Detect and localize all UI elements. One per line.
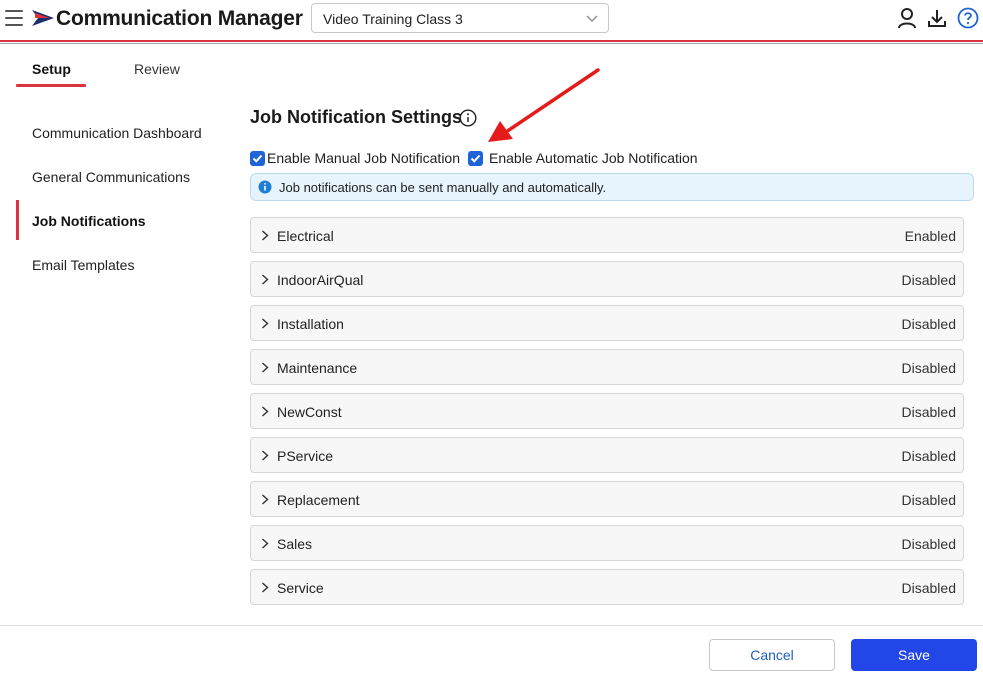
job-type-status: Disabled bbox=[901, 272, 956, 288]
chevron-right-icon[interactable] bbox=[261, 230, 269, 241]
info-banner: Job notifications can be sent manually a… bbox=[250, 173, 974, 201]
job-type-status: Disabled bbox=[901, 316, 956, 332]
job-type-accordion-item[interactable]: Maintenance Disabled bbox=[250, 349, 964, 385]
info-filled-icon bbox=[258, 180, 272, 194]
job-type-accordion-item[interactable]: PService Disabled bbox=[250, 437, 964, 473]
sidebar-item-email-templates[interactable]: Email Templates bbox=[32, 257, 134, 273]
job-type-status: Disabled bbox=[901, 448, 956, 464]
app-title: Communication Manager bbox=[56, 7, 303, 30]
job-type-accordion-item[interactable]: Replacement Disabled bbox=[250, 481, 964, 517]
chevron-right-icon[interactable] bbox=[261, 494, 269, 505]
job-type-label: IndoorAirQual bbox=[277, 272, 364, 288]
job-type-label: Replacement bbox=[277, 492, 360, 508]
class-select-dropdown[interactable]: Video Training Class 3 bbox=[311, 3, 609, 33]
job-type-label: Sales bbox=[277, 536, 313, 552]
job-type-accordion-item[interactable]: NewConst Disabled bbox=[250, 393, 964, 429]
chevron-right-icon[interactable] bbox=[261, 582, 269, 593]
chevron-right-icon[interactable] bbox=[261, 538, 269, 549]
chevron-right-icon[interactable] bbox=[261, 318, 269, 329]
job-type-status: Disabled bbox=[901, 360, 956, 376]
hamburger-menu-icon[interactable] bbox=[5, 10, 23, 26]
sidebar-item-communication-dashboard[interactable]: Communication Dashboard bbox=[32, 125, 202, 141]
checkmark-icon[interactable] bbox=[250, 150, 265, 166]
job-type-accordion-item[interactable]: Service Disabled bbox=[250, 569, 964, 605]
chevron-right-icon[interactable] bbox=[261, 406, 269, 417]
automatic-notification-checkbox[interactable]: Enable Automatic Job Notification bbox=[468, 149, 698, 167]
job-type-label: Service bbox=[277, 580, 324, 596]
help-icon[interactable] bbox=[957, 7, 979, 29]
job-type-accordion-item[interactable]: Sales Disabled bbox=[250, 525, 964, 561]
job-type-status: Disabled bbox=[901, 580, 956, 596]
chevron-down-icon bbox=[586, 15, 598, 22]
cancel-button[interactable]: Cancel bbox=[709, 639, 835, 671]
manual-notification-label: Enable Manual Job Notification bbox=[267, 150, 461, 166]
job-type-status: Disabled bbox=[901, 492, 956, 508]
chevron-right-icon[interactable] bbox=[261, 274, 269, 285]
page-title: Job Notification Settings bbox=[250, 107, 463, 127]
user-icon[interactable] bbox=[896, 7, 918, 29]
job-type-label: PService bbox=[277, 448, 334, 464]
footer-divider bbox=[0, 625, 983, 626]
job-type-label: Installation bbox=[277, 316, 344, 332]
chevron-right-icon[interactable] bbox=[261, 362, 269, 373]
header-divider bbox=[0, 40, 983, 42]
job-type-accordion-item[interactable]: Installation Disabled bbox=[250, 305, 964, 341]
job-type-label: Electrical bbox=[277, 228, 334, 244]
job-type-accordion-item[interactable]: Electrical Enabled bbox=[250, 217, 964, 253]
class-select-value: Video Training Class 3 bbox=[323, 11, 463, 27]
active-tab-indicator bbox=[16, 84, 86, 87]
sidebar-active-indicator bbox=[16, 200, 19, 240]
sidebar-item-job-notifications[interactable]: Job Notifications bbox=[32, 213, 146, 229]
sidebar-item-general-communications[interactable]: General Communications bbox=[32, 169, 190, 185]
job-type-label: NewConst bbox=[277, 404, 342, 420]
tab-review[interactable]: Review bbox=[134, 61, 180, 77]
manual-notification-checkbox[interactable]: Enable Manual Job Notification bbox=[250, 149, 460, 167]
header-divider-secondary bbox=[0, 43, 983, 44]
automatic-notification-label: Enable Automatic Job Notification bbox=[489, 150, 698, 166]
job-type-label: Maintenance bbox=[277, 360, 358, 376]
logo-icon bbox=[32, 10, 54, 26]
job-type-status: Enabled bbox=[904, 228, 956, 244]
tab-setup[interactable]: Setup bbox=[32, 61, 71, 77]
checkmark-icon[interactable] bbox=[468, 150, 483, 166]
chevron-right-icon[interactable] bbox=[261, 450, 269, 461]
job-type-status: Disabled bbox=[901, 536, 956, 552]
job-type-status: Disabled bbox=[901, 404, 956, 420]
info-banner-text: Job notifications can be sent manually a… bbox=[279, 180, 607, 195]
download-icon[interactable] bbox=[926, 7, 948, 29]
info-icon[interactable] bbox=[459, 109, 477, 127]
job-type-accordion-item[interactable]: IndoorAirQual Disabled bbox=[250, 261, 964, 297]
annotation-arrow bbox=[488, 68, 600, 142]
save-button[interactable]: Save bbox=[851, 639, 977, 671]
app-header: Communication Manager Video Training Cla… bbox=[0, 0, 983, 40]
